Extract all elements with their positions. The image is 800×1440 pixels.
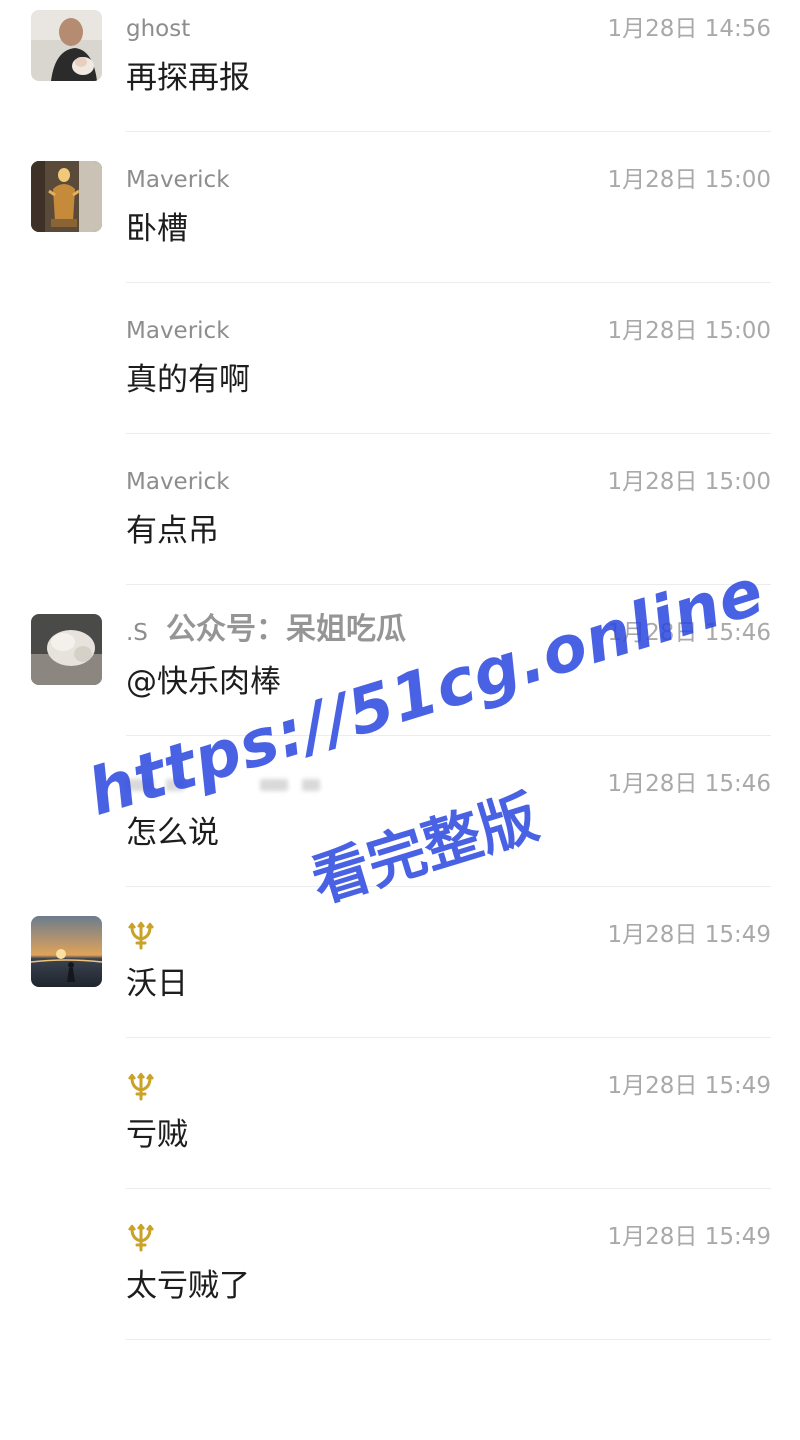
- message-text: 再探再报: [126, 60, 250, 96]
- message-time: 1月28日 15:49: [607, 922, 772, 948]
- trident-icon: [128, 921, 154, 949]
- avatar[interactable]: [31, 916, 102, 987]
- avatar-sunset-beach-icon: [31, 916, 102, 987]
- avatar[interactable]: [31, 614, 102, 685]
- message-text: @快乐肉棒: [126, 664, 281, 700]
- sender-name: .S: [126, 620, 148, 646]
- message-time: 1月28日 15:00: [607, 318, 772, 344]
- chat-message: Maverick 1月28日 15:00 真的有啊: [0, 302, 800, 453]
- message-text: 卧槽: [126, 211, 188, 247]
- sender-name: [126, 920, 156, 951]
- avatar[interactable]: [31, 10, 102, 81]
- chat-message: ghost 1月28日 14:56 再探再报: [0, 0, 800, 151]
- message-text: 太亏贼了: [126, 1268, 250, 1304]
- divider: [126, 1188, 771, 1189]
- avatar-man-with-baby-icon: [31, 10, 102, 81]
- sender-name: Maverick: [126, 167, 230, 193]
- avatar-golden-figure-icon: [31, 161, 102, 232]
- sender-name: Maverick: [126, 318, 230, 344]
- trident-icon: [128, 1072, 154, 1100]
- divider: [126, 433, 771, 434]
- divider: [126, 1037, 771, 1038]
- divider: [126, 886, 771, 887]
- message-text: 真的有啊: [126, 362, 250, 398]
- divider: [126, 131, 771, 132]
- sender-name: [126, 1071, 156, 1102]
- avatar-fluffy-animal-icon: [31, 614, 102, 685]
- divider: [126, 282, 771, 283]
- message-time: 1月28日 14:56: [607, 16, 772, 42]
- chat-history: ghost 1月28日 14:56 再探再报 Maverick 1月28日 15…: [0, 0, 800, 1440]
- avatar[interactable]: [31, 161, 102, 232]
- message-time: 1月28日 15:49: [607, 1224, 772, 1250]
- message-text: 亏贼: [126, 1117, 188, 1153]
- chat-message: 1月28日 15:49 沃日: [0, 906, 800, 1057]
- message-time: 1月28日 15:46: [607, 771, 772, 797]
- message-text: 沃日: [126, 966, 188, 1002]
- message-time: 1月28日 15:00: [607, 167, 772, 193]
- watermark-account: 公众号：呆姐吃瓜: [166, 612, 406, 647]
- trident-icon: [128, 1223, 154, 1251]
- chat-message: Maverick 1月28日 15:00 卧槽: [0, 151, 800, 302]
- message-time: 1月28日 15:49: [607, 1073, 772, 1099]
- message-text: 有点吊: [126, 513, 219, 549]
- divider: [126, 1339, 771, 1340]
- sender-name: Maverick: [126, 469, 230, 495]
- sender-name: ghost: [126, 16, 191, 42]
- chat-message: 1月28日 15:49 太亏贼了: [0, 1208, 800, 1359]
- sender-name: [126, 1222, 156, 1253]
- chat-message: 1月28日 15:49 亏贼: [0, 1057, 800, 1208]
- message-time: 1月28日 15:00: [607, 469, 772, 495]
